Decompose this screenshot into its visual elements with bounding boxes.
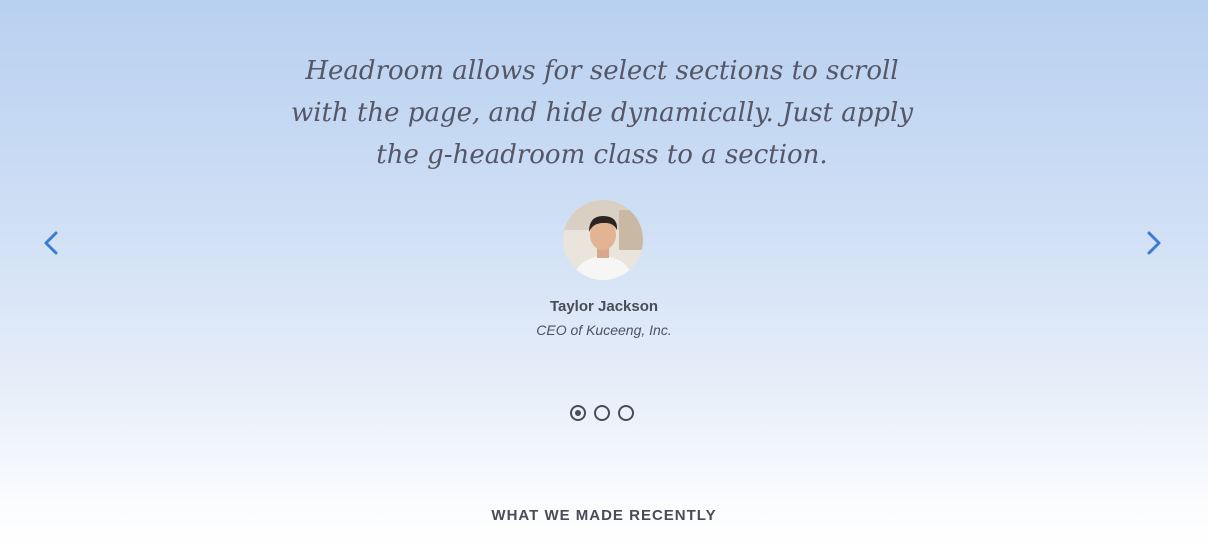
testimonial-quote: Headroom allows for select sections to s… — [290, 56, 914, 170]
avatar — [563, 200, 643, 280]
section-heading: WHAT WE MADE RECENTLY — [491, 507, 717, 524]
carousel-pagination — [570, 405, 634, 421]
author-name: Taylor Jackson — [549, 298, 659, 315]
carousel-dot-3[interactable] — [618, 405, 634, 421]
carousel-next-button[interactable] — [1139, 228, 1169, 258]
carousel-dot-2[interactable] — [594, 405, 610, 421]
carousel-dot-1[interactable] — [570, 405, 586, 421]
carousel-prev-button[interactable] — [36, 228, 66, 258]
chevron-left-icon — [44, 231, 58, 255]
chevron-right-icon — [1147, 231, 1161, 255]
author-role: CEO of Kuceeng, Inc. — [536, 322, 672, 338]
